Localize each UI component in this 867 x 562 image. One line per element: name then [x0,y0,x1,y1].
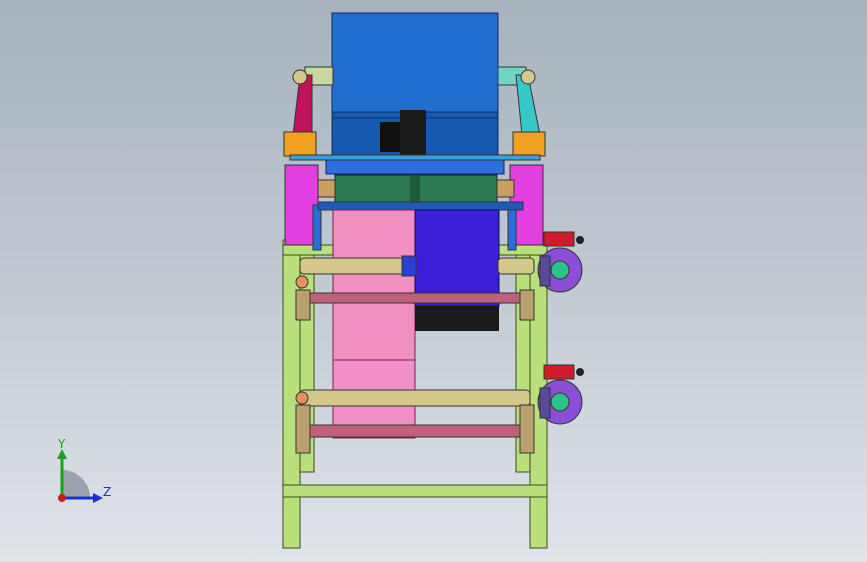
assembly-model[interactable] [0,0,867,562]
purple-roll [414,209,500,331]
lower-gear-motor [537,364,584,425]
cross-plate [289,154,541,175]
cad-viewport[interactable]: Y Z [0,0,867,562]
z-axis-arrow [93,493,103,503]
upper-gear-motor [537,231,584,293]
upper-drum [304,12,527,159]
triad-quadrant [62,470,90,498]
green-roller [317,174,515,203]
lower-pink-roll [295,359,535,454]
z-axis-label: Z [103,485,112,499]
y-axis-label: Y [58,437,66,451]
orientation-triad: Y Z [40,435,120,515]
x-axis-dot [58,494,66,502]
